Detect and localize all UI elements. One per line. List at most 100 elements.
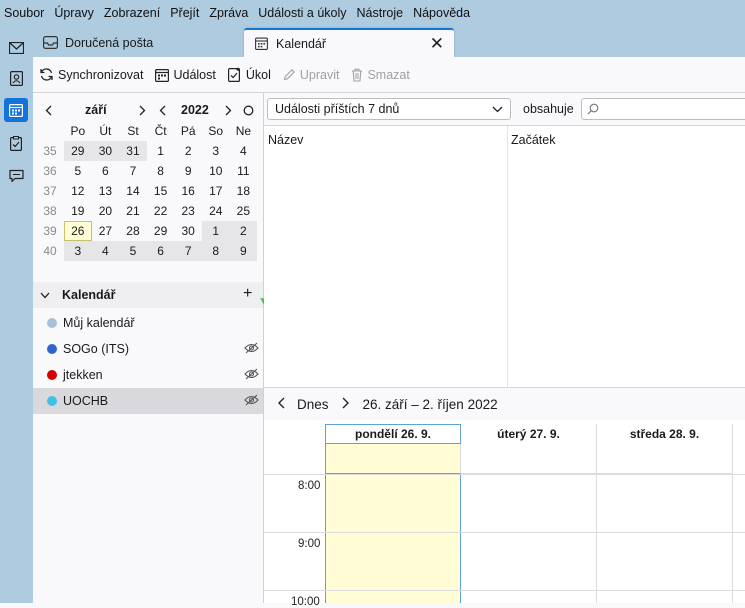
weekday-header-row: Po Út St Čt Pá So Ne — [36, 121, 257, 141]
day-cell[interactable]: 3 — [64, 241, 92, 261]
menu-nastroje[interactable]: Nástroje — [353, 6, 410, 20]
day-cell[interactable]: 25 — [230, 201, 258, 221]
calendar-color-dot — [47, 318, 57, 328]
day-cell[interactable]: 1 — [147, 141, 175, 161]
day-cell[interactable]: 1 — [201, 221, 230, 241]
day-cell[interactable]: 20 — [92, 201, 120, 221]
day-header[interactable]: středa 28. 9. — [597, 424, 733, 444]
day-cell[interactable]: 24 — [202, 201, 230, 221]
day-cell-today[interactable]: 26 — [64, 221, 92, 241]
day-cell[interactable]: 22 — [147, 201, 175, 221]
day-cell[interactable]: 14 — [119, 181, 147, 201]
delete-label: Smazat — [367, 67, 410, 82]
day-cell[interactable]: 4 — [230, 141, 258, 161]
calendar-item[interactable]: SOGo (ITS) — [33, 336, 263, 362]
previous-year-button[interactable] — [155, 101, 169, 119]
mini-month-month[interactable]: září — [85, 101, 107, 119]
calendar-list-header[interactable]: Kalendář + — [33, 282, 263, 308]
day-cell[interactable]: 28 — [119, 221, 147, 241]
day-cell[interactable]: 29 — [147, 221, 175, 241]
calendar-item[interactable]: jtekken — [33, 362, 263, 388]
day-cell[interactable]: 27 — [92, 221, 120, 241]
menu-upravy[interactable]: Úpravy — [50, 6, 100, 20]
hour-label: 9:00 — [298, 538, 321, 550]
day-cell[interactable]: 16 — [174, 181, 202, 201]
day-cell[interactable]: 7 — [119, 161, 147, 181]
day-cell[interactable]: 2 — [174, 141, 202, 161]
day-cell[interactable]: 2 — [229, 221, 258, 241]
column-start[interactable]: Začátek — [511, 133, 555, 147]
day-cell[interactable]: 5 — [64, 161, 92, 181]
new-event-button[interactable]: Událost — [149, 62, 221, 88]
eye-slash-icon[interactable] — [244, 368, 259, 383]
edit-button[interactable]: Upravit — [277, 62, 346, 88]
day-cell[interactable]: 17 — [202, 181, 230, 201]
address-book-space-button[interactable] — [4, 66, 28, 90]
day-cell[interactable]: 21 — [119, 201, 147, 221]
calendar-item-selected[interactable]: UOCHB — [33, 388, 263, 414]
day-cell[interactable]: 8 — [147, 161, 175, 181]
next-month-button[interactable] — [135, 101, 149, 119]
next-week-button[interactable] — [342, 397, 350, 412]
day-cell[interactable]: 15 — [147, 181, 175, 201]
previous-week-button[interactable] — [277, 397, 285, 412]
synchronize-button[interactable]: Synchronizovat — [33, 62, 149, 88]
day-cell[interactable]: 30 — [91, 141, 120, 161]
chevron-left-icon — [45, 105, 51, 115]
menu-prejit[interactable]: Přejít — [166, 6, 205, 20]
day-cell[interactable]: 30 — [174, 221, 202, 241]
day-header-today[interactable]: pondělí 26. 9. — [325, 424, 461, 444]
today-button[interactable]: Dnes — [297, 397, 329, 412]
allday-cell[interactable] — [597, 444, 733, 474]
mail-icon — [8, 42, 24, 54]
day-cell[interactable]: 9 — [229, 241, 258, 261]
menu-zobrazeni[interactable]: Zobrazení — [100, 6, 166, 20]
day-cell[interactable]: 19 — [64, 201, 92, 221]
eye-slash-icon[interactable] — [244, 342, 259, 357]
menu-soubor[interactable]: Soubor — [0, 6, 50, 20]
menu-udalosti-a-ukoly[interactable]: Události a úkoly — [254, 6, 352, 20]
mail-space-button[interactable] — [4, 36, 28, 60]
close-tab-icon[interactable]: ✕ — [430, 34, 444, 54]
allday-cell[interactable] — [461, 444, 597, 474]
day-cell[interactable]: 8 — [201, 241, 230, 261]
eye-slash-icon[interactable] — [244, 394, 259, 409]
day-cell[interactable]: 18 — [230, 181, 258, 201]
tab-inbox[interactable]: Doručená pošta — [33, 28, 244, 57]
add-calendar-button[interactable]: + — [243, 285, 252, 303]
day-cell[interactable]: 29 — [64, 141, 92, 161]
previous-month-button[interactable] — [41, 101, 55, 119]
day-cell[interactable]: 7 — [174, 241, 202, 261]
delete-button[interactable]: Smazat — [345, 62, 415, 88]
day-cell[interactable]: 13 — [92, 181, 120, 201]
today-circle-button[interactable] — [241, 101, 255, 119]
new-task-button[interactable]: Úkol — [222, 62, 277, 88]
mini-month-year[interactable]: 2022 — [181, 101, 209, 119]
day-cell[interactable]: 5 — [119, 241, 147, 261]
synchronize-label: Synchronizovat — [58, 67, 144, 82]
calendar-item[interactable]: Můj kalendář — [33, 310, 263, 336]
chat-space-button[interactable] — [4, 164, 28, 188]
day-cell[interactable]: 23 — [174, 201, 202, 221]
mini-month-grid: Po Út St Čt Pá So Ne 35 29 30 31 1 2 3 4… — [36, 121, 258, 261]
menu-napoveda[interactable]: Nápověda — [409, 6, 476, 20]
day-cell[interactable]: 11 — [230, 161, 258, 181]
day-cell[interactable]: 6 — [146, 241, 175, 261]
event-range-select[interactable]: Události příštích 7 dnů — [267, 98, 511, 120]
day-cell[interactable]: 3 — [202, 141, 230, 161]
tab-calendar[interactable]: Kalendář ✕ — [244, 28, 454, 57]
day-cell[interactable]: 9 — [174, 161, 202, 181]
tasks-space-button[interactable] — [4, 131, 28, 155]
event-search-input[interactable] — [581, 98, 745, 120]
column-name[interactable]: Název — [268, 133, 303, 147]
day-cell[interactable]: 31 — [119, 141, 147, 161]
allday-cell-today[interactable] — [325, 444, 461, 474]
day-cell[interactable]: 6 — [92, 161, 120, 181]
calendar-space-button[interactable] — [4, 98, 28, 122]
day-header[interactable]: úterý 27. 9. — [461, 424, 597, 444]
day-cell[interactable]: 4 — [91, 241, 120, 261]
menu-zprava[interactable]: Zpráva — [205, 6, 254, 20]
day-cell[interactable]: 10 — [202, 161, 230, 181]
next-year-button[interactable] — [221, 101, 235, 119]
day-cell[interactable]: 12 — [64, 181, 92, 201]
